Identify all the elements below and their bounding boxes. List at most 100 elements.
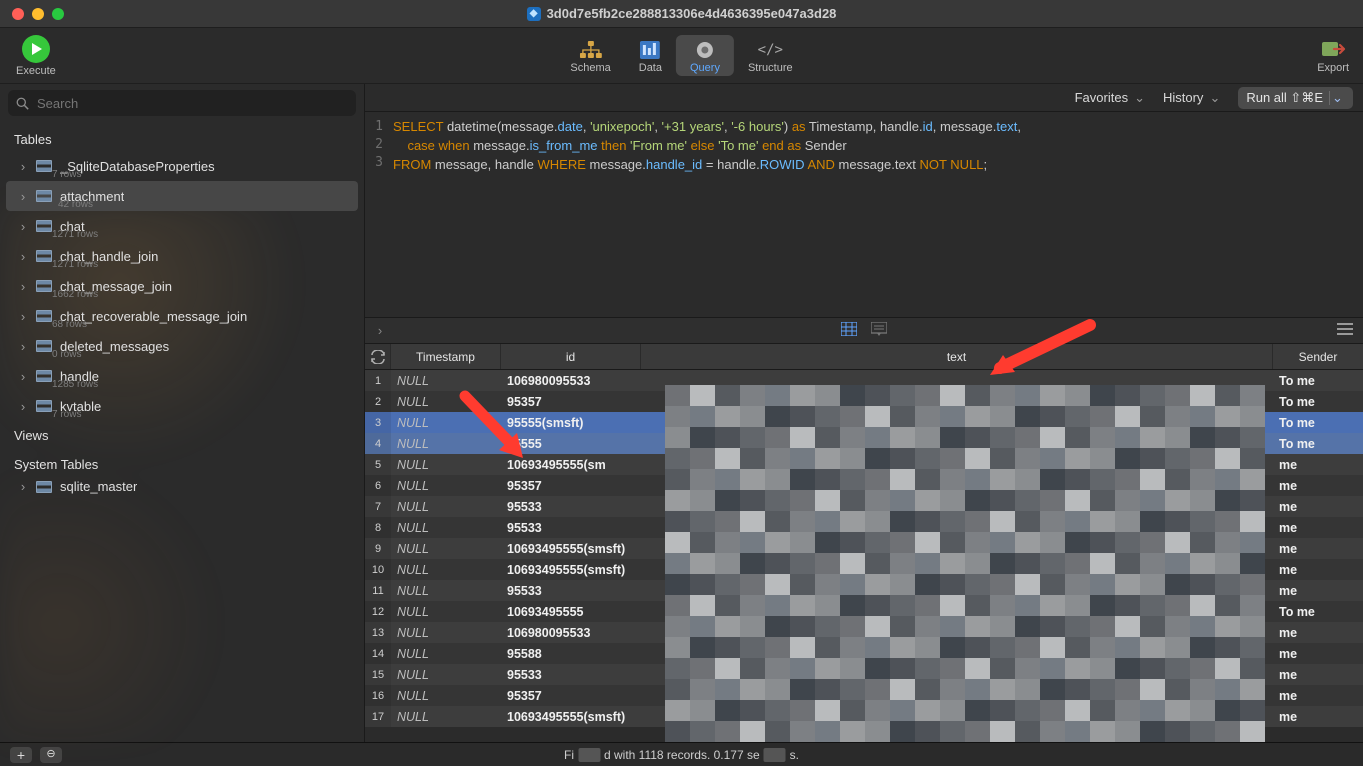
table-icon <box>36 250 52 262</box>
table-row[interactable]: 4 NULL 95555 To me <box>365 433 1363 454</box>
table-icon <box>36 190 52 202</box>
table-row[interactable]: 13 NULL 106980095533 me <box>365 622 1363 643</box>
grid-view-icon[interactable] <box>841 322 857 339</box>
table-icon <box>36 340 52 352</box>
chevron-down-icon: ⌄ <box>1329 91 1345 105</box>
row-number: 9 <box>365 538 391 559</box>
table-row[interactable]: 14 NULL 95588 me <box>365 643 1363 664</box>
chevron-right-icon: › <box>18 341 28 351</box>
sidebar-table-item[interactable]: › chat 1271 rows <box>0 211 364 241</box>
refresh-corner[interactable] <box>365 344 391 369</box>
cell-sender: me <box>1273 685 1363 706</box>
close-window-button[interactable] <box>12 8 24 20</box>
sql-code[interactable]: SELECT datetime(message.date, 'unixepoch… <box>389 112 1363 317</box>
sidebar-table-item[interactable]: › kvtable 7 rows <box>0 391 364 418</box>
sidebar-system-table-item[interactable]: › sqlite_master <box>0 476 364 498</box>
minimize-window-button[interactable] <box>32 8 44 20</box>
table-row[interactable]: 17 NULL 10693495555(smsft) me <box>365 706 1363 727</box>
table-row[interactable]: 6 NULL 95357 me <box>365 475 1363 496</box>
sidebar-table-item[interactable]: › _SqliteDatabaseProperties 7 rows <box>0 151 364 181</box>
cell-sender: To me <box>1273 370 1363 391</box>
chevron-right-icon: › <box>18 482 28 492</box>
table-row[interactable]: 16 NULL 95357 me <box>365 685 1363 706</box>
cell-sender: me <box>1273 475 1363 496</box>
table-row[interactable]: 10 NULL 10693495555(smsft) me <box>365 559 1363 580</box>
cell-id: 95555 <box>501 433 641 454</box>
column-header-timestamp[interactable]: Timestamp <box>391 344 501 369</box>
table-rowcount: 0 rows <box>52 349 81 360</box>
search-box[interactable] <box>8 90 356 116</box>
table-row[interactable]: 2 NULL 95357 To me <box>365 391 1363 412</box>
results-grid[interactable]: 1 NULL 106980095533 To me2 NULL 95357 To… <box>365 370 1363 742</box>
row-number: 2 <box>365 391 391 412</box>
chevron-down-icon: ⌄ <box>1209 90 1220 106</box>
sidebar-table-item[interactable]: › handle 1285 rows <box>0 361 364 391</box>
search-input[interactable] <box>35 95 348 112</box>
cell-sender: me <box>1273 517 1363 538</box>
column-header-id[interactable]: id <box>501 344 641 369</box>
cell-timestamp: NULL <box>391 412 501 433</box>
add-button[interactable]: + <box>10 747 32 763</box>
cell-timestamp: NULL <box>391 664 501 685</box>
more-button[interactable]: ⊖ <box>40 747 62 763</box>
cell-text <box>641 517 1273 538</box>
chevron-right-icon: › <box>18 191 28 201</box>
cell-id: 95533 <box>501 496 641 517</box>
cell-text <box>641 601 1273 622</box>
hamburger-icon[interactable] <box>1337 323 1353 338</box>
execute-button[interactable]: Execute <box>16 35 56 77</box>
play-icon <box>22 35 50 63</box>
column-header-sender[interactable]: Sender <box>1273 344 1363 369</box>
cell-timestamp: NULL <box>391 475 501 496</box>
cell-timestamp: NULL <box>391 433 501 454</box>
sidebar-table-item[interactable]: › chat_recoverable_message_join 68 rows <box>0 301 364 331</box>
table-row[interactable]: 7 NULL 95533 me <box>365 496 1363 517</box>
run-all-button[interactable]: Run all ⇧⌘E ⌄ <box>1238 87 1353 109</box>
table-row[interactable]: 5 NULL 10693495555(sm me <box>365 454 1363 475</box>
export-icon <box>1320 38 1346 60</box>
table-row[interactable]: 3 NULL 95555(smsft) To me <box>365 412 1363 433</box>
table-rowcount: 68 rows <box>52 319 87 330</box>
export-button[interactable]: Export <box>1317 38 1349 74</box>
tab-structure[interactable]: </> Structure <box>734 35 807 76</box>
sql-editor[interactable]: 123 SELECT datetime(message.date, 'unixe… <box>365 112 1363 318</box>
column-header-text[interactable]: text <box>641 344 1273 369</box>
table-row[interactable]: 1 NULL 106980095533 To me <box>365 370 1363 391</box>
table-name: chat_recoverable_message_join <box>60 309 247 324</box>
results-toolbar: › <box>365 318 1363 344</box>
cell-text <box>641 559 1273 580</box>
table-row[interactable]: 12 NULL 10693495555 To me <box>365 601 1363 622</box>
sidebar-table-item[interactable]: › chat_handle_join 1271 rows <box>0 241 364 271</box>
table-row[interactable]: 11 NULL 95533 me <box>365 580 1363 601</box>
table-row[interactable]: 9 NULL 10693495555(smsft) me <box>365 538 1363 559</box>
chevron-right-icon[interactable]: › <box>375 326 385 336</box>
cell-id: 106980095533 <box>501 370 641 391</box>
cell-timestamp: NULL <box>391 580 501 601</box>
history-menu[interactable]: History ⌄ <box>1163 90 1220 106</box>
cell-sender: me <box>1273 454 1363 475</box>
zoom-window-button[interactable] <box>52 8 64 20</box>
table-row[interactable]: 15 NULL 95533 me <box>365 664 1363 685</box>
structure-icon: </> <box>759 39 781 61</box>
search-icon <box>16 97 29 110</box>
table-name: _SqliteDatabaseProperties <box>60 159 215 174</box>
row-number: 3 <box>365 412 391 433</box>
row-number: 10 <box>365 559 391 580</box>
cell-sender: me <box>1273 664 1363 685</box>
table-rowcount: 1271 rows <box>52 229 98 240</box>
table-row[interactable]: 8 NULL 95533 me <box>365 517 1363 538</box>
view-mode-tabs: Schema Data Query </> Structure <box>556 35 806 76</box>
status-text: Fid with 1118 records. 0.177 ses. <box>564 748 799 762</box>
cell-timestamp: NULL <box>391 538 501 559</box>
cell-text <box>641 538 1273 559</box>
text-view-icon[interactable] <box>871 322 887 339</box>
sidebar-table-item[interactable]: › deleted_messages 0 rows <box>0 331 364 361</box>
tab-data[interactable]: Data <box>625 35 676 76</box>
window-titlebar: ◆ 3d0d7e5fb2ce288813306e4d4636395e047a3d… <box>0 0 1363 28</box>
tab-schema[interactable]: Schema <box>556 35 624 76</box>
sidebar-table-item[interactable]: › attachment 42 rows <box>6 181 358 211</box>
cell-sender: me <box>1273 538 1363 559</box>
tab-query[interactable]: Query <box>676 35 734 76</box>
favorites-menu[interactable]: Favorites ⌄ <box>1075 90 1145 106</box>
sidebar-table-item[interactable]: › chat_message_join 1662 rows <box>0 271 364 301</box>
